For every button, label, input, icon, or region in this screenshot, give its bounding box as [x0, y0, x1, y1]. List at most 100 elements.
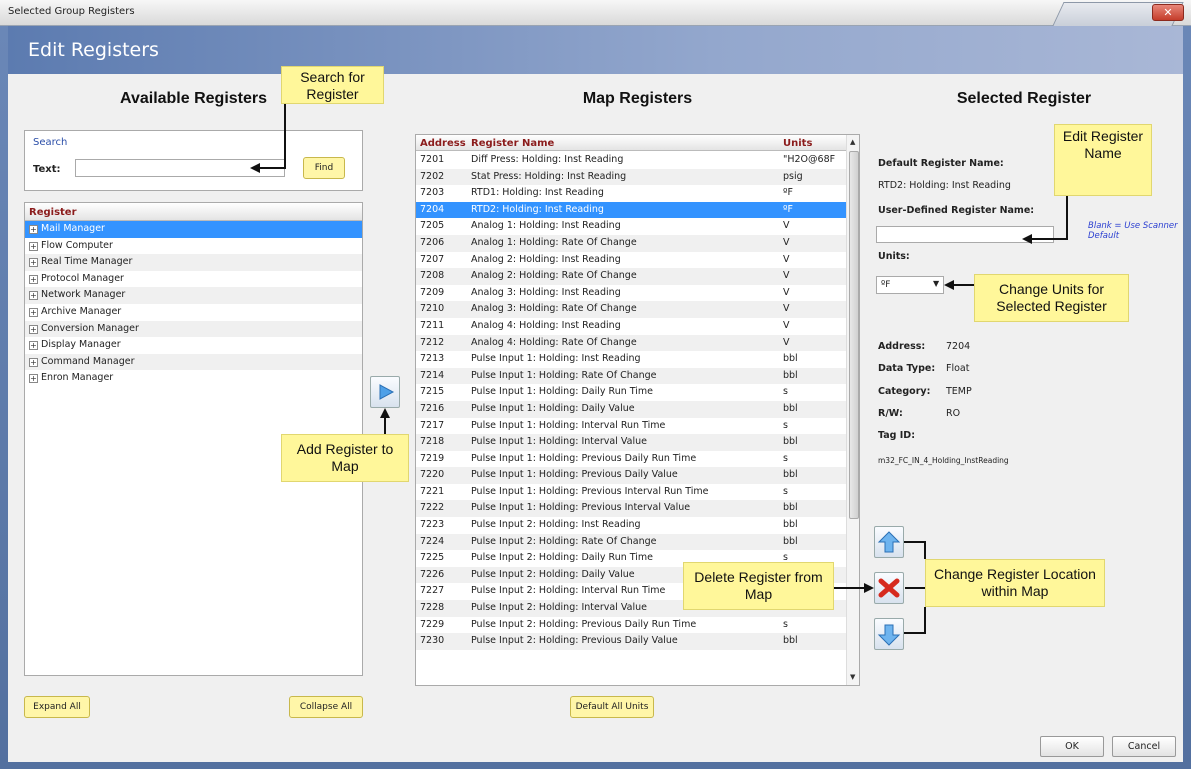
column-header-address[interactable]: Address: [420, 138, 466, 149]
find-button[interactable]: Find: [303, 157, 345, 179]
cell-address: 7229: [420, 618, 445, 630]
cell-address: 7217: [420, 419, 445, 431]
cell-units: "H2O@68F: [783, 154, 836, 165]
scrollbar-thumb[interactable]: [849, 151, 859, 519]
expand-all-button[interactable]: Expand All: [24, 696, 90, 718]
table-row[interactable]: 7219 Pulse Input 1: Holding: Previous Dai…: [416, 451, 846, 468]
table-row[interactable]: 7212 Analog 4: Holding: Rate Of Change V: [416, 334, 846, 352]
text-label: Text:: [33, 164, 61, 175]
cell-units: s: [783, 419, 788, 431]
expand-plus-icon[interactable]: +: [29, 341, 38, 351]
scroll-up-icon[interactable]: ▲: [850, 138, 855, 146]
table-row[interactable]: 7201 Diff Press: Holding: Inst Reading "H2…: [416, 152, 846, 169]
tree-item[interactable]: + Conversion Manager: [25, 320, 362, 338]
cell-register-name: Analog 2: Holding: Inst Reading: [471, 253, 621, 265]
cell-register-name: Analog 4: Holding: Inst Reading: [471, 319, 621, 331]
units-select[interactable]: ºF ▼: [876, 276, 944, 294]
tagid-value: m32_FC_IN_4_Holding_InstReading: [878, 456, 1009, 465]
tree-item[interactable]: + Enron Manager: [25, 370, 362, 387]
table-row[interactable]: 7205 Analog 1: Holding: Inst Reading V: [416, 218, 846, 235]
cancel-button[interactable]: Cancel: [1112, 736, 1176, 757]
close-button[interactable]: ✕: [1152, 4, 1184, 21]
cell-register-name: Pulse Input 1: Holding: Previous Daily V…: [471, 469, 678, 481]
cell-register-name: Pulse Input 2: Holding: Previous Daily V…: [471, 635, 678, 647]
expand-plus-icon[interactable]: +: [29, 241, 38, 251]
tree-item[interactable]: + Command Manager: [25, 353, 362, 371]
tree-item[interactable]: + Real Time Manager: [25, 254, 362, 271]
table-row[interactable]: 7213 Pulse Input 1: Holding: Inst Reading…: [416, 351, 846, 368]
table-row[interactable]: 7207 Analog 2: Holding: Inst Reading V: [416, 252, 846, 269]
expand-plus-icon[interactable]: +: [29, 274, 38, 284]
cell-register-name: Pulse Input 1: Holding: Inst Reading: [471, 353, 641, 365]
play-arrow-icon: [379, 384, 395, 400]
expand-plus-icon[interactable]: +: [29, 357, 38, 367]
cell-address: 7219: [420, 452, 445, 464]
cell-units: s: [783, 452, 788, 464]
table-row[interactable]: 7211 Analog 4: Holding: Inst Reading V: [416, 318, 846, 335]
expand-plus-icon[interactable]: +: [29, 307, 38, 317]
address-value: 7204: [946, 341, 971, 352]
table-row[interactable]: 7216 Pulse Input 1: Holding: Daily Value b…: [416, 400, 846, 418]
tree-item[interactable]: + Mail Manager: [25, 221, 362, 238]
callout-edit-name: Edit Register Name: [1054, 124, 1152, 196]
scroll-down-icon[interactable]: ▼: [850, 673, 855, 681]
tree-item-label: Mail Manager: [41, 223, 105, 234]
table-row[interactable]: 7206 Analog 1: Holding: Rate Of Change V: [416, 234, 846, 252]
callout-loc-line-bot-v: [924, 607, 926, 634]
blank-note: Blank = Use Scanner Default: [1088, 221, 1178, 241]
table-row[interactable]: 7220 Pulse Input 1: Holding: Previous Dai…: [416, 467, 846, 484]
tree-item[interactable]: + Protocol Manager: [25, 271, 362, 288]
search-group: Search Text: Find: [24, 130, 363, 191]
arrow-left-icon: [944, 280, 954, 290]
table-row[interactable]: 7218 Pulse Input 1: Holding: Interval Val…: [416, 434, 846, 451]
datatype-label: Data Type:: [878, 363, 936, 374]
table-row[interactable]: 7222 Pulse Input 1: Holding: Previous Int…: [416, 500, 846, 518]
table-row[interactable]: 7210 Analog 3: Holding: Rate Of Change V: [416, 301, 846, 318]
cell-register-name: Pulse Input 2: Holding: Daily Run Time: [471, 552, 653, 564]
table-row[interactable]: 7223 Pulse Input 2: Holding: Inst Reading…: [416, 517, 846, 534]
chevron-down-icon: ▼: [933, 279, 940, 288]
column-header-units[interactable]: Units: [783, 138, 812, 149]
expand-plus-icon[interactable]: +: [29, 258, 38, 268]
default-all-units-button[interactable]: Default All Units: [570, 696, 654, 718]
table-row[interactable]: 7214 Pulse Input 1: Holding: Rate Of Chan…: [416, 367, 846, 385]
column-header-register-name[interactable]: Register Name: [471, 138, 554, 149]
table-row[interactable]: 7224 Pulse Input 2: Holding: Rate Of Chan…: [416, 533, 846, 551]
table-row[interactable]: 7208 Analog 2: Holding: Rate Of Change V: [416, 268, 846, 285]
delete-register-button[interactable]: [874, 572, 904, 604]
cell-address: 7218: [420, 436, 445, 448]
expand-plus-icon[interactable]: +: [29, 291, 38, 301]
cell-address: 7216: [420, 402, 445, 414]
tree-item[interactable]: + Display Manager: [25, 337, 362, 354]
cell-address: 7220: [420, 469, 445, 481]
cell-register-name: Pulse Input 1: Holding: Daily Value: [471, 402, 635, 414]
cell-address: 7205: [420, 220, 445, 232]
ok-button[interactable]: OK: [1040, 736, 1104, 757]
tree-item[interactable]: + Archive Manager: [25, 304, 362, 321]
map-scrollbar[interactable]: ▲ ▼: [846, 135, 859, 685]
table-row[interactable]: 7203 RTD1: Holding: Inst Reading ºF: [416, 185, 846, 202]
tree-item[interactable]: + Network Manager: [25, 287, 362, 304]
move-down-button[interactable]: [874, 618, 904, 650]
cell-units: bbl: [783, 635, 798, 647]
table-row[interactable]: 7221 Pulse Input 1: Holding: Previous Int…: [416, 484, 846, 501]
cell-units: bbl: [783, 402, 798, 414]
add-register-button[interactable]: [370, 376, 400, 408]
table-row[interactable]: 7202 Stat Press: Holding: Inst Reading psi…: [416, 168, 846, 186]
collapse-all-button[interactable]: Collapse All: [289, 696, 363, 718]
expand-plus-icon[interactable]: +: [29, 225, 38, 234]
title-bar[interactable]: Selected Group Registers ✕: [0, 0, 1191, 26]
table-row[interactable]: 7209 Analog 3: Holding: Inst Reading V: [416, 285, 846, 302]
cell-register-name: Pulse Input 1: Holding: Previous Daily R…: [471, 452, 697, 464]
table-row[interactable]: 7230 Pulse Input 2: Holding: Previous Dai…: [416, 633, 846, 650]
table-row[interactable]: 7229 Pulse Input 2: Holding: Previous Dai…: [416, 617, 846, 634]
table-row[interactable]: 7215 Pulse Input 1: Holding: Daily Run Ti…: [416, 384, 846, 401]
expand-plus-icon[interactable]: +: [29, 374, 38, 384]
expand-plus-icon[interactable]: +: [29, 324, 38, 334]
tree-item[interactable]: + Flow Computer: [25, 238, 362, 255]
table-row[interactable]: 7204 RTD2: Holding: Inst Reading ºF: [416, 201, 846, 219]
dialog-header: Edit Registers: [8, 26, 1183, 74]
table-row[interactable]: 7217 Pulse Input 1: Holding: Interval Run…: [416, 418, 846, 435]
tree-item-label: Flow Computer: [41, 239, 113, 251]
move-up-button[interactable]: [874, 526, 904, 558]
